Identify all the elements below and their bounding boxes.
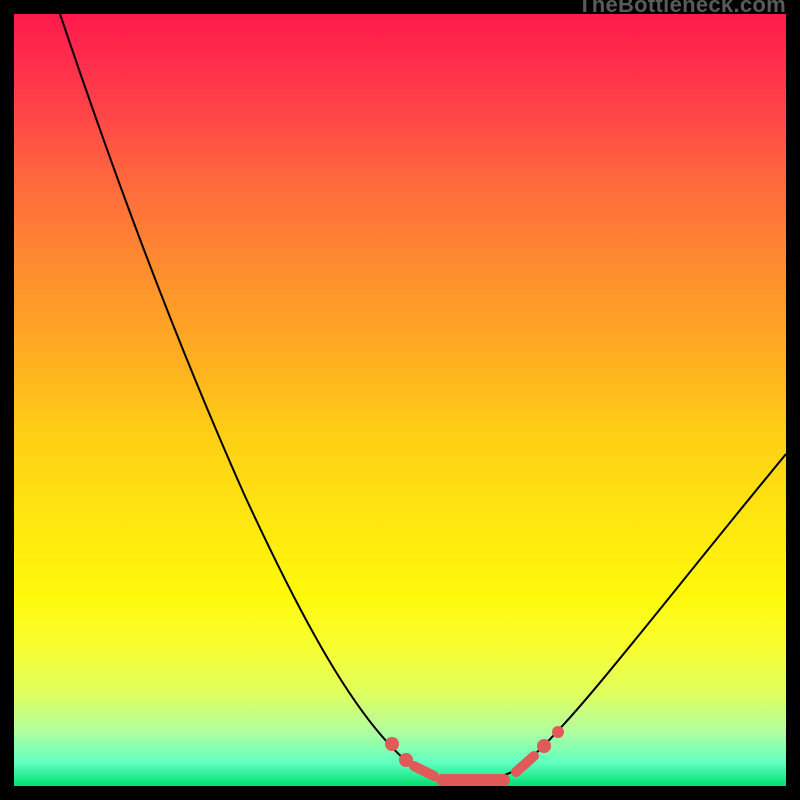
- marker-dot: [552, 726, 564, 738]
- plot-area: [14, 14, 786, 786]
- marker-dot: [385, 737, 399, 751]
- curve-line: [60, 14, 786, 780]
- bottleneck-curve: [14, 14, 786, 786]
- marker-segment: [414, 766, 434, 776]
- marker-dot: [537, 739, 551, 753]
- marker-segment: [516, 756, 534, 772]
- watermark-text: TheBottleneck.com: [578, 0, 786, 12]
- chart-frame: TheBottleneck.com: [0, 0, 800, 800]
- marker-dot: [399, 753, 413, 767]
